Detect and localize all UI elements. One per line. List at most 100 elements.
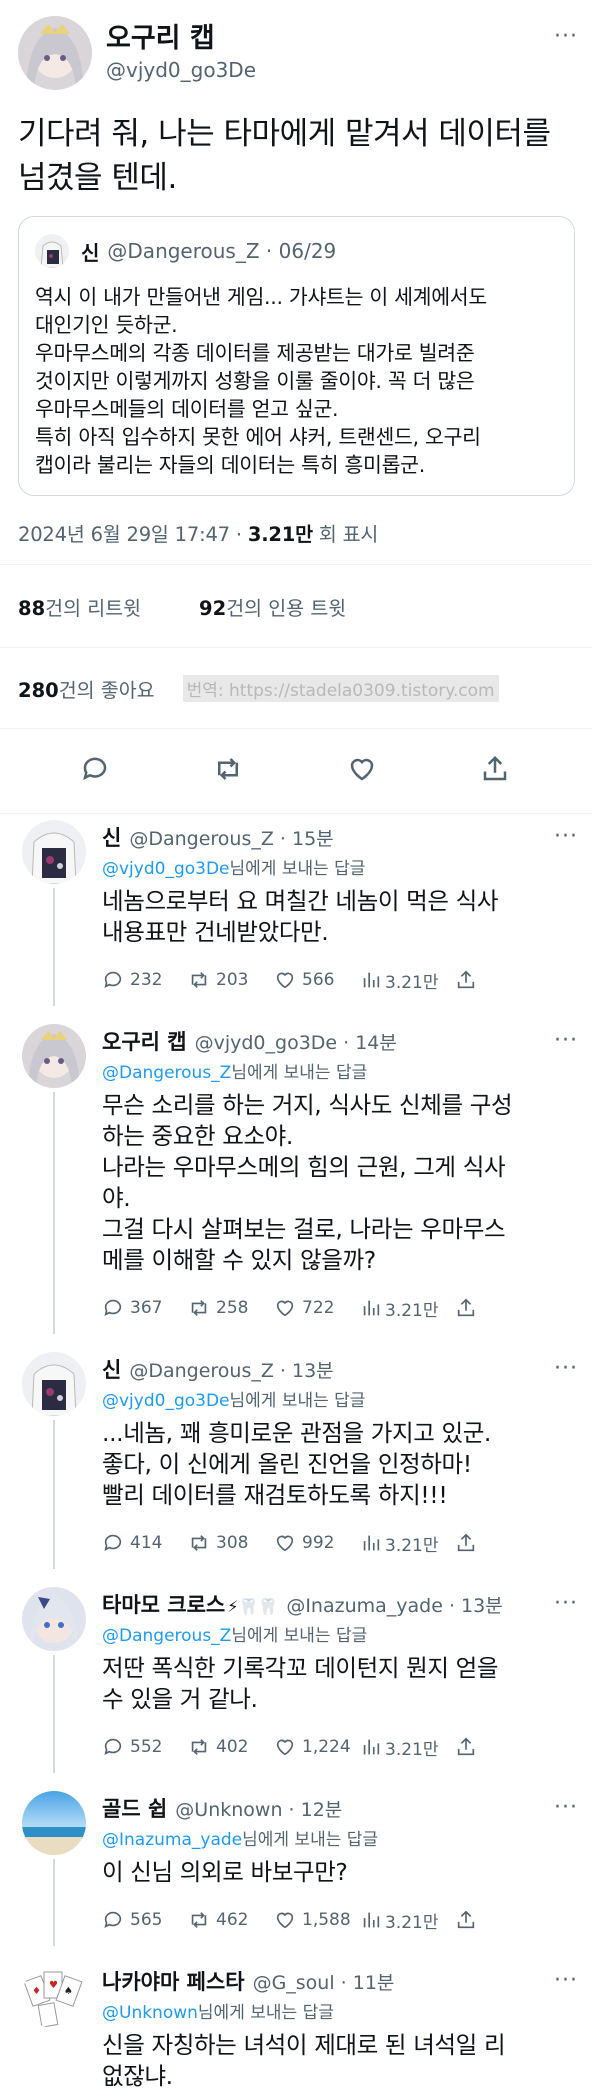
mention-link[interactable]: @vjyd0_go3De <box>102 859 230 879</box>
avatar[interactable] <box>18 16 92 90</box>
reply-text-line: 빨리 데이터를 재검토하도록 하지!!! <box>102 1481 448 1509</box>
display-name[interactable]: 오구리 캡 <box>102 1026 187 1056</box>
reply-actions: 552 402 1,224 3.21만 <box>102 1721 578 1773</box>
mention-link[interactable]: @Unknown <box>102 2003 198 2023</box>
retweet-stat[interactable]: 88건의 리트윗 <box>18 592 141 621</box>
display-name[interactable]: 신 <box>102 1354 121 1384</box>
handle-time[interactable]: @Dangerous_Z · 15분 <box>129 824 333 851</box>
reply-tweet[interactable]: 신 @Dangerous_Z · 15분 ··· @vjyd0_go3De님에게… <box>0 814 592 1006</box>
views-icon <box>363 1739 380 1755</box>
avatar[interactable] <box>22 1352 86 1416</box>
mention-link[interactable]: @Inazuma_yade <box>102 1830 242 1850</box>
reply-actions: 232 203 566 3.21만 <box>102 954 578 1006</box>
reply-button[interactable]: 232 <box>102 969 188 991</box>
share-button[interactable] <box>455 969 541 991</box>
avatar[interactable] <box>22 820 86 884</box>
share-button[interactable] <box>455 1736 541 1758</box>
handle[interactable]: @vjyd0_go3De <box>106 56 256 84</box>
quote-stat[interactable]: 92건의 인용 트윗 <box>199 592 346 621</box>
retweet-button[interactable]: 203 <box>188 969 274 991</box>
svg-text:♦: ♦ <box>32 1986 41 1997</box>
quoted-text-line: 특히 아직 입수하지 못한 에어 샤커, 트랜센드, 오구리 <box>35 425 481 449</box>
more-icon[interactable]: ··· <box>554 1356 578 1381</box>
like-count: 992 <box>302 1533 335 1553</box>
mention-link[interactable]: @Dangerous_Z <box>102 1063 231 1083</box>
more-icon[interactable]: ··· <box>554 1028 578 1053</box>
reply-gutter <box>14 1018 94 1334</box>
views-button[interactable]: 3.21만 <box>360 1735 455 1760</box>
like-stat[interactable]: 280건의 좋아요 <box>18 674 155 703</box>
mention-link[interactable]: @vjyd0_go3De <box>102 1391 230 1411</box>
thread-line <box>53 1859 55 1946</box>
avatar[interactable] <box>22 1024 86 1088</box>
quoted-tweet[interactable]: 신 @Dangerous_Z · 06/29 역시 이 내가 만들어낸 게임..… <box>18 216 575 496</box>
reply-header: 나카야마 페스타 @G_soul · 11분 <box>102 1966 578 1996</box>
reply-button[interactable]: 414 <box>102 1532 188 1554</box>
share-button[interactable] <box>455 1532 541 1554</box>
handle-time[interactable]: @Unknown · 12분 <box>175 1795 342 1822</box>
like-count: 1,588 <box>302 1910 351 1930</box>
reply-count: 232 <box>130 970 163 990</box>
like-button[interactable]: 722 <box>274 1297 360 1319</box>
quoted-text-line: 것이지만 이렇게까지 성황을 이룰 줄이야. 꼭 더 많은 <box>35 369 475 393</box>
display-name[interactable]: 골드 쉽 <box>102 1793 167 1823</box>
views-button[interactable]: 3.21만 <box>360 1531 455 1556</box>
handle-time[interactable]: @vjyd0_go3De · 14분 <box>195 1028 397 1055</box>
retweet-button[interactable]: 258 <box>188 1297 274 1319</box>
reply-tweet[interactable]: 신 @Dangerous_Z · 13분 ··· @vjyd0_go3De님에게… <box>0 1346 592 1569</box>
reply-button[interactable] <box>80 754 110 788</box>
retweet-button[interactable]: 462 <box>188 1909 274 1931</box>
views-button[interactable]: 3.21만 <box>360 968 455 993</box>
more-icon[interactable]: ··· <box>554 1968 578 1993</box>
views-button[interactable]: 3.21만 <box>360 1908 455 1933</box>
retweet-icon <box>218 758 239 780</box>
share-button[interactable] <box>455 1909 541 1931</box>
name-badges: ⚡🦷🦷 <box>227 1597 279 1616</box>
like-button[interactable]: 1,224 <box>274 1736 360 1758</box>
retweet-button[interactable]: 308 <box>188 1532 274 1554</box>
display-name[interactable]: 타마모 크로스 <box>102 1589 225 1619</box>
avatar[interactable]: ♥ ♠ ♦ <box>22 1964 86 2028</box>
handle-time[interactable]: @Inazuma_yade · 13분 <box>286 1591 502 1618</box>
view-count: 3.21만 <box>247 523 313 546</box>
like-button[interactable]: 566 <box>274 969 360 991</box>
more-icon[interactable]: ··· <box>554 1795 578 1820</box>
retweet-button[interactable] <box>213 754 243 788</box>
display-name[interactable]: 신 <box>102 822 121 852</box>
more-icon[interactable]: ··· <box>554 1591 578 1616</box>
reply-tweet[interactable]: 오구리 캡 @vjyd0_go3De · 14분 ··· @Dangerous_… <box>0 1018 592 1334</box>
heart-icon <box>276 1300 294 1317</box>
reply-button[interactable]: 565 <box>102 1909 188 1931</box>
reply-button[interactable]: 367 <box>102 1297 188 1319</box>
like-button[interactable]: 1,588 <box>274 1909 360 1931</box>
retweet-label: 건의 리트윗 <box>45 596 142 620</box>
handle-time[interactable]: @Dangerous_Z · 13분 <box>129 1356 333 1383</box>
retweet-button[interactable]: 402 <box>188 1736 274 1758</box>
replying-to: @Unknown님에게 보내는 답글 <box>102 1998 578 2026</box>
avatar[interactable] <box>22 1791 86 1855</box>
views-button[interactable]: 3.21만 <box>360 1296 455 1321</box>
quoted-text-line: 우마무스메의 각종 데이터를 제공받는 대가로 빌려준 <box>35 341 475 365</box>
replying-to-label: 님에게 보내는 답글 <box>229 859 366 879</box>
timestamp[interactable]: 2024년 6월 29일 17:47 · <box>18 523 248 546</box>
more-icon[interactable]: ··· <box>554 824 578 849</box>
reply-text-line: 없잖냐. <box>102 2062 173 2090</box>
reply-tweet[interactable]: ♥ ♠ ♦ 나카야마 페스타 @G_soul · 11분 ··· @Unknown님… <box>0 1958 592 2092</box>
quoted-display-name: 신 <box>81 240 100 265</box>
retweet-count: 402 <box>216 1737 249 1757</box>
display-name[interactable]: 오구리 캡 <box>106 22 256 56</box>
share-button[interactable] <box>480 754 510 788</box>
mention-link[interactable]: @Dangerous_Z <box>102 1626 231 1646</box>
more-icon[interactable]: ··· <box>554 24 578 49</box>
reply-button[interactable]: 552 <box>102 1736 188 1758</box>
like-button[interactable] <box>347 754 377 788</box>
share-button[interactable] <box>455 1297 541 1319</box>
display-name[interactable]: 나카야마 페스타 <box>102 1966 245 1996</box>
like-button[interactable]: 992 <box>274 1532 360 1554</box>
avatar[interactable] <box>22 1587 86 1651</box>
reply-tweet[interactable]: 타마모 크로스 ⚡🦷🦷 @Inazuma_yade · 13분 ··· @Dang… <box>0 1581 592 1773</box>
handle-time[interactable]: @G_soul · 11분 <box>253 1968 395 1995</box>
reply-tweet[interactable]: 골드 쉽 @Unknown · 12분 ··· @Inazuma_yade님에게… <box>0 1785 592 1946</box>
heart-icon <box>276 1535 294 1552</box>
